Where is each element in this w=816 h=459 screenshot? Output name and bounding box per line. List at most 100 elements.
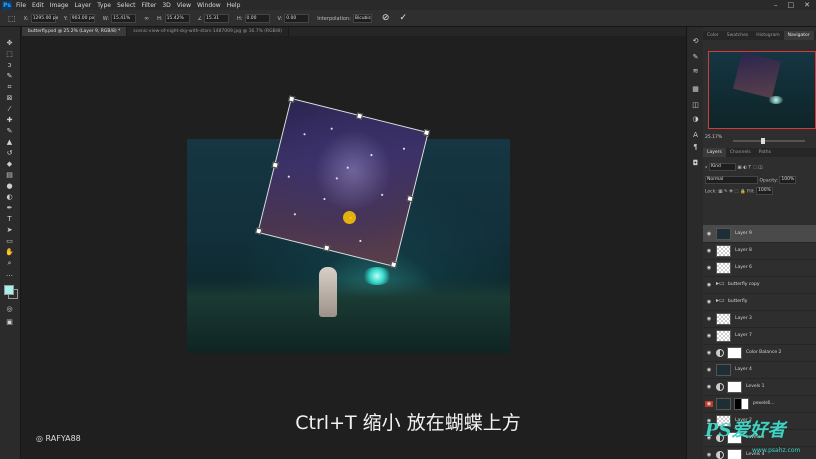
layer-row[interactable]: ◉ Layer 4 xyxy=(703,361,816,379)
minimize-button[interactable]: – xyxy=(774,1,778,9)
quick-select-icon[interactable]: ✎ xyxy=(5,72,14,80)
marquee-icon[interactable]: ⬚ xyxy=(5,50,14,58)
menu-layer[interactable]: Layer xyxy=(74,2,91,9)
transform-handle-top-left[interactable] xyxy=(288,95,296,103)
layer-row[interactable]: ◉ Layer 3 xyxy=(703,310,816,328)
rectangle-icon[interactable]: ▭ xyxy=(5,237,14,245)
y-field[interactable]: Y: 903.00 px xyxy=(64,13,95,23)
opacity-input[interactable]: 100% xyxy=(779,176,797,184)
more-icon[interactable]: … xyxy=(5,270,14,278)
tab-paths[interactable]: Paths xyxy=(755,148,775,157)
angle-field[interactable]: ∠ 15.31 xyxy=(198,13,230,23)
lock-icons[interactable]: ▦ ✎ ✥ ⬚ 🔒 xyxy=(718,190,747,195)
navigator-zoom-slider[interactable] xyxy=(733,140,805,142)
visibility-eye-icon[interactable]: ◉ xyxy=(705,248,713,254)
frame-icon[interactable]: ⊠ xyxy=(5,94,14,102)
visibility-eye-icon[interactable]: ◉ xyxy=(705,231,713,237)
adjustment-layer-row[interactable]: ◉ Color Balance 2 xyxy=(703,344,816,362)
tab-swatches[interactable]: Swatches xyxy=(723,31,753,40)
transform-handle-bottom[interactable] xyxy=(323,244,331,252)
navigator-zoom-value[interactable]: 25.17% xyxy=(705,135,722,140)
hand-icon[interactable]: ✋ xyxy=(5,248,14,256)
layer-row[interactable]: ◉ Layer 7 xyxy=(703,327,816,345)
adjust-icon[interactable]: ≋ xyxy=(691,67,700,75)
visibility-eye-icon[interactable]: ◉ xyxy=(705,299,713,305)
h-skew-field[interactable]: H: 0.00 xyxy=(237,13,270,23)
layer-row[interactable]: ◉ pexels6... xyxy=(703,395,816,413)
adjustment-layer-row[interactable]: ◉ Levels 1 xyxy=(703,378,816,396)
layer-row[interactable]: ◉ Layer 8 xyxy=(703,242,816,260)
layer-group-row[interactable]: ◉ ▸▭ butterfly xyxy=(703,293,816,311)
zoom-icon[interactable]: ⌕ xyxy=(5,259,14,267)
kind-filter-select[interactable]: Kind xyxy=(708,163,736,171)
height-field[interactable]: H: 15.42% xyxy=(157,13,190,23)
tab-channels[interactable]: Channels xyxy=(726,148,755,157)
tab-layers[interactable]: Layers xyxy=(703,148,726,157)
pen-icon[interactable]: ✒ xyxy=(5,204,14,212)
visibility-eye-icon[interactable]: ◉ xyxy=(705,282,713,288)
menu-type[interactable]: Type xyxy=(97,2,111,9)
tab-histogram[interactable]: Histogram xyxy=(752,31,783,40)
eraser-icon[interactable]: ◆ xyxy=(5,160,14,168)
visibility-eye-icon[interactable]: ◉ xyxy=(705,400,713,407)
gradient-icon[interactable]: ▤ xyxy=(5,171,14,179)
menu-help[interactable]: Help xyxy=(227,2,241,9)
transform-handle-left[interactable] xyxy=(271,161,279,169)
visibility-eye-icon[interactable]: ◉ xyxy=(705,350,713,356)
layer-group-row[interactable]: ◉ ▸▭ butterfly copy xyxy=(703,276,816,294)
clone-stamp-icon[interactable]: ▲ xyxy=(5,138,14,146)
visibility-eye-icon[interactable]: ◉ xyxy=(705,452,713,458)
blend-mode-select[interactable]: Normal xyxy=(705,176,758,184)
maximize-button[interactable]: □ xyxy=(788,1,795,9)
character-icon[interactable]: A xyxy=(691,131,700,139)
visibility-eye-icon[interactable]: ◉ xyxy=(705,384,713,390)
commit-transform-icon[interactable]: ✓ xyxy=(399,13,407,23)
layer-row[interactable]: ◉ Layer 6 xyxy=(703,259,816,277)
menu-select[interactable]: Select xyxy=(117,2,136,9)
quick-mask-icon[interactable]: ◎ xyxy=(5,305,14,313)
tab-color[interactable]: Color xyxy=(703,31,723,40)
link-icon[interactable]: ∞ xyxy=(144,15,149,22)
navigator-zoom-knob[interactable] xyxy=(761,138,765,144)
width-field[interactable]: W: 15.41% xyxy=(103,13,137,23)
blur-icon[interactable]: ● xyxy=(5,182,14,190)
foreground-color-swatch[interactable] xyxy=(4,285,14,295)
x-field[interactable]: X: 1295.00 px xyxy=(24,13,58,23)
properties-icon[interactable]: ▦ xyxy=(691,85,700,93)
menu-3d[interactable]: 3D xyxy=(162,2,170,9)
transform-tool-icon[interactable]: ⬚ xyxy=(8,14,16,23)
visibility-eye-icon[interactable]: ◉ xyxy=(705,333,713,339)
history-brush-icon[interactable]: ↺ xyxy=(5,149,14,157)
healing-icon[interactable]: ✚ xyxy=(5,116,14,124)
crop-icon[interactable]: ⌗ xyxy=(5,83,14,91)
visibility-eye-icon[interactable]: ◉ xyxy=(705,367,713,373)
menu-filter[interactable]: Filter xyxy=(142,2,157,9)
tab-night-sky[interactable]: scenic-view-of-night-sky-with-stars-1487… xyxy=(127,27,289,36)
history-panel-icon[interactable]: ⟲ xyxy=(691,37,700,45)
brush-settings-icon[interactable]: ✎ xyxy=(691,53,700,61)
visibility-eye-icon[interactable]: ◉ xyxy=(705,265,713,271)
path-select-icon[interactable]: ➤ xyxy=(5,226,14,234)
filter-icons[interactable]: ▣ ◐ T ⬚ ◫ xyxy=(737,166,762,171)
paragraph-icon[interactable]: ¶ xyxy=(691,143,700,151)
tab-navigator[interactable]: Navigator xyxy=(783,31,814,40)
transform-handle-bottom-left[interactable] xyxy=(255,227,263,235)
cancel-transform-icon[interactable]: ⊘ xyxy=(382,13,390,23)
brush-icon[interactable]: ✎ xyxy=(5,127,14,135)
layer-row[interactable]: ◉ Layer 9 xyxy=(703,225,816,243)
dodge-icon[interactable]: ◐ xyxy=(5,193,14,201)
menu-view[interactable]: View xyxy=(177,2,191,9)
menu-window[interactable]: Window xyxy=(197,2,221,9)
move-icon[interactable]: ✥ xyxy=(5,39,14,47)
close-button[interactable]: ✕ xyxy=(804,1,810,9)
menu-image[interactable]: Image xyxy=(50,2,69,9)
libraries-icon[interactable]: ◫ xyxy=(691,101,700,109)
menu-edit[interactable]: Edit xyxy=(32,2,44,9)
glyphs-icon[interactable]: ◘ xyxy=(691,159,700,167)
adjustments-icon[interactable]: ◑ xyxy=(691,115,700,123)
lasso-icon[interactable]: ↄ xyxy=(5,61,14,69)
menu-file[interactable]: File xyxy=(16,2,26,9)
interpolation-select[interactable]: Interpolation: Bicubic xyxy=(317,13,372,23)
navigator-thumbnail[interactable] xyxy=(708,51,816,129)
visibility-eye-icon[interactable]: ◉ xyxy=(705,316,713,322)
